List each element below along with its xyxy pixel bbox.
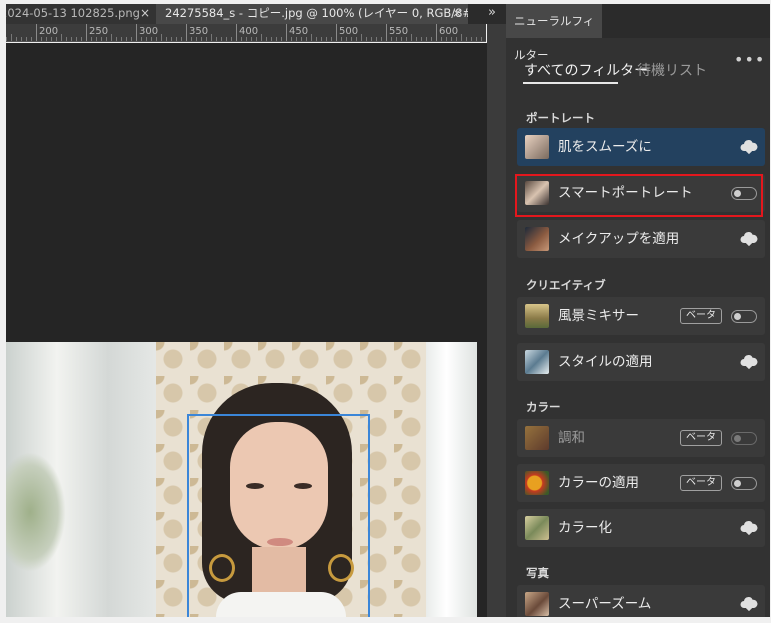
filter-thumbnail: [525, 304, 549, 328]
panel-title[interactable]: ニューラルフィルター: [506, 4, 602, 62]
ruler-tick: [286, 24, 287, 41]
filter-landscape-mixer[interactable]: 風景ミキサー ベータ: [517, 297, 765, 335]
document-tab-screenshot[interactable]: 2024-05-13 102825.png ×: [6, 4, 156, 24]
ruler-tick: [86, 24, 87, 41]
filter-toggle[interactable]: [731, 310, 757, 323]
close-icon[interactable]: ×: [452, 4, 462, 22]
horizontal-ruler[interactable]: 200 250 300 350 400 450 500 550 600: [6, 24, 486, 42]
document-canvas[interactable]: [6, 43, 487, 617]
filter-thumbnail: [525, 592, 549, 616]
ruler-label: 300: [139, 26, 159, 37]
filter-thumbnail: [525, 426, 549, 450]
panel-tab-bar: ニューラルフィルター: [506, 4, 770, 62]
ruler-tick: [186, 24, 187, 41]
tab-label: 24275584_s - コピー.jpg @ 100% (レイヤー 0, RGB…: [165, 6, 468, 20]
filter-label: スタイルの適用: [558, 354, 653, 370]
ruler-tick: [36, 24, 37, 41]
cloud-download-icon[interactable]: [740, 520, 758, 536]
section-portrait: ポートレート: [526, 111, 595, 125]
face-detection-box: [187, 414, 370, 617]
filter-thumbnail: [525, 516, 549, 540]
filter-label: 肌をスムーズに: [558, 139, 652, 155]
filter-makeup-transfer[interactable]: メイクアップを適用: [517, 220, 765, 258]
ruler-label: 550: [389, 26, 409, 37]
photoshop-window: 2024-05-13 102825.png × 24275584_s - コピー…: [0, 0, 771, 623]
filter-color-transfer[interactable]: カラーの適用 ベータ: [517, 464, 765, 502]
more-options-icon[interactable]: •••: [734, 50, 765, 69]
filter-toggle[interactable]: [731, 432, 757, 445]
filter-label: カラー化: [558, 520, 612, 536]
smart-portrait-highlight-box: [515, 174, 763, 217]
ruler-tick: [236, 24, 237, 41]
tab-waitlist[interactable]: 待機リスト: [637, 60, 707, 80]
ruler-label: 200: [39, 26, 59, 37]
cloud-download-icon[interactable]: [740, 596, 758, 612]
filter-skin-smoothing[interactable]: 肌をスムーズに: [517, 128, 765, 166]
tab-overflow-icon[interactable]: »: [476, 4, 508, 24]
section-color: カラー: [526, 400, 561, 414]
panel-divider: [487, 24, 506, 617]
close-icon[interactable]: ×: [140, 4, 150, 22]
filter-colorize[interactable]: カラー化: [517, 509, 765, 547]
ruler-tick: [436, 24, 437, 41]
cloud-download-icon[interactable]: [740, 231, 758, 247]
filter-thumbnail: [525, 227, 549, 251]
ruler-tick: [336, 24, 337, 41]
active-tab-underline: [523, 82, 618, 84]
portrait-photo: [6, 342, 477, 617]
ruler-tick: [136, 24, 137, 41]
section-creative: クリエイティブ: [526, 278, 606, 292]
ruler-label: 600: [439, 26, 459, 37]
cloud-download-icon[interactable]: [740, 139, 758, 155]
beta-badge: ベータ: [680, 430, 722, 446]
tab-all-filters[interactable]: すべてのフィルター: [524, 60, 648, 80]
document-tab-bar: 2024-05-13 102825.png × 24275584_s - コピー…: [6, 4, 508, 24]
document-tab-active[interactable]: 24275584_s - コピー.jpg @ 100% (レイヤー 0, RGB…: [156, 4, 468, 24]
tab-label: 2024-05-13 102825.png: [6, 6, 140, 20]
filter-label: 風景ミキサー: [558, 308, 639, 324]
filter-thumbnail: [525, 471, 549, 495]
filter-label: メイクアップを適用: [558, 231, 680, 247]
section-photo: 写真: [526, 566, 549, 580]
filter-label: 調和: [558, 430, 585, 446]
filter-harmonization[interactable]: 調和 ベータ: [517, 419, 765, 457]
ruler-tick: [386, 24, 387, 41]
ruler-label: 400: [239, 26, 259, 37]
beta-badge: ベータ: [680, 308, 722, 324]
cloud-download-icon[interactable]: [740, 354, 758, 370]
ruler-label: 350: [189, 26, 209, 37]
ruler-label: 500: [339, 26, 359, 37]
filter-thumbnail: [525, 350, 549, 374]
neural-filters-panel: ニューラルフィルター すべてのフィルター 待機リスト ••• ポートレート 肌を…: [506, 4, 770, 623]
filter-label: カラーの適用: [558, 475, 639, 491]
filter-style-transfer[interactable]: スタイルの適用: [517, 343, 765, 381]
beta-badge: ベータ: [680, 475, 722, 491]
ruler-label: 250: [89, 26, 109, 37]
filter-tabs: すべてのフィルター 待機リスト •••: [506, 38, 770, 90]
filter-toggle[interactable]: [731, 477, 757, 490]
ruler-label: 450: [289, 26, 309, 37]
filter-thumbnail: [525, 135, 549, 159]
